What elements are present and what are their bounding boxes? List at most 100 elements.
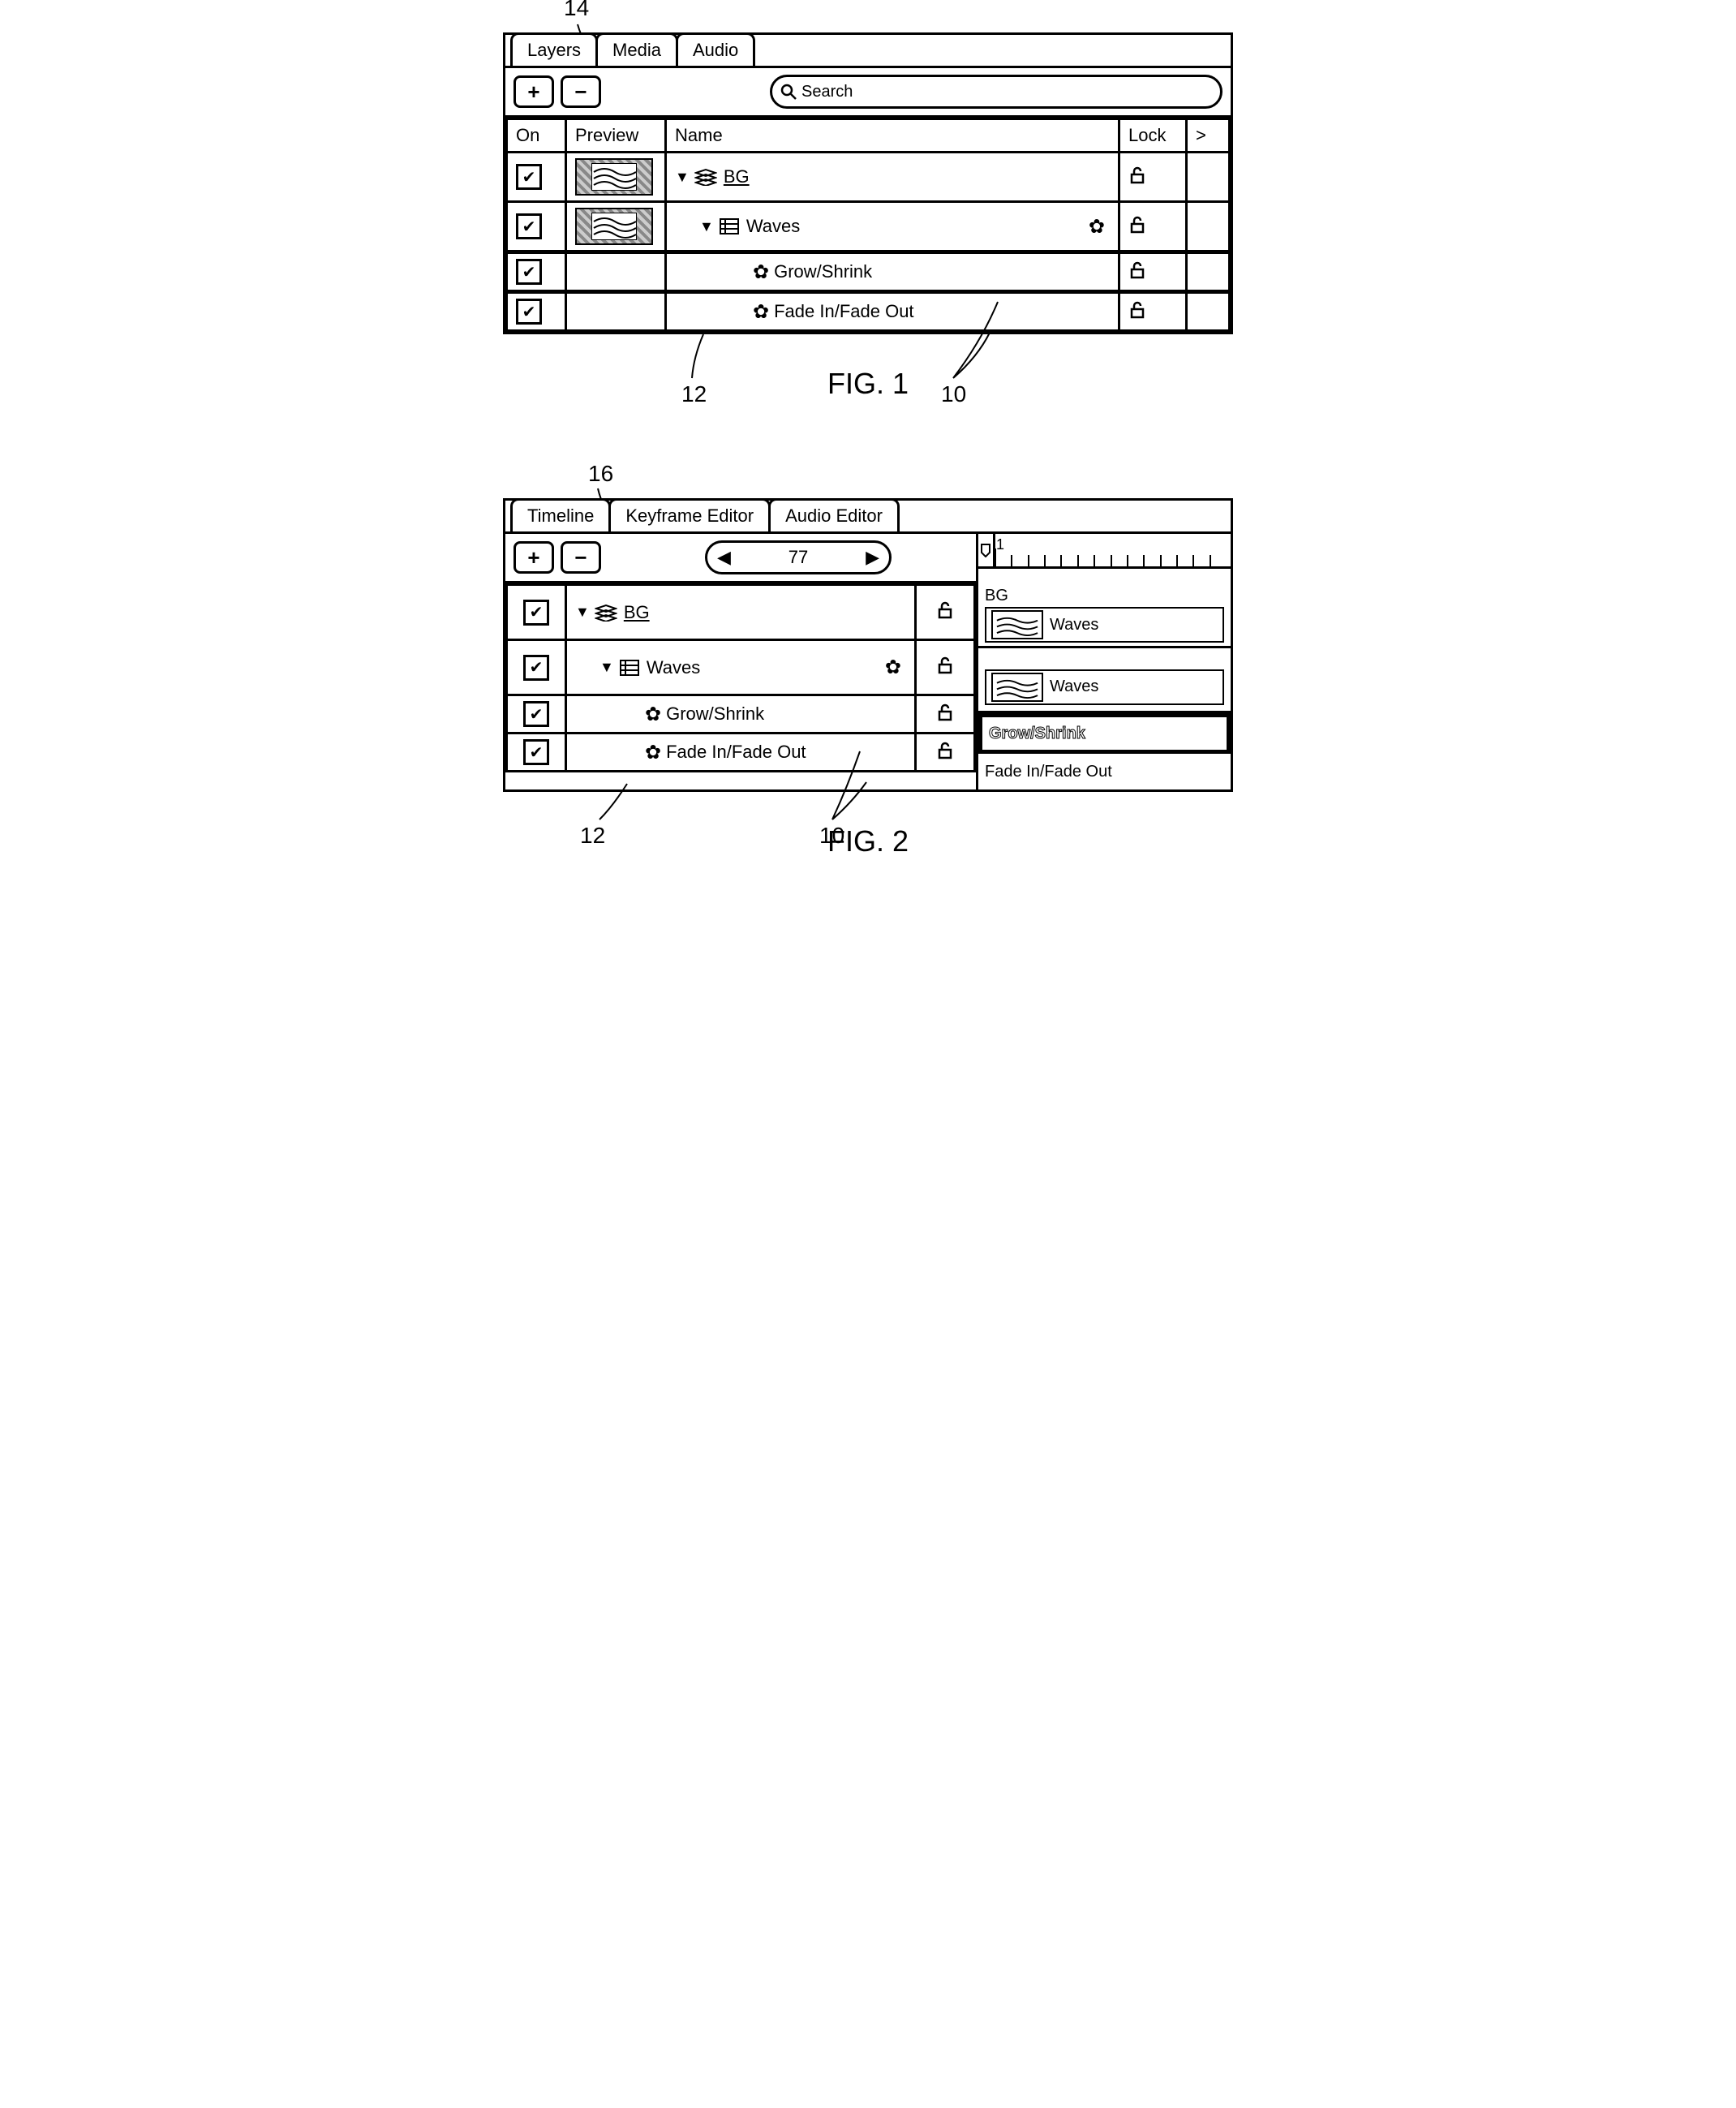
- visibility-checkbox[interactable]: ✔: [523, 600, 549, 626]
- row-name-grow: Grow/Shrink: [774, 261, 872, 282]
- disclosure-icon[interactable]: ▼: [599, 659, 614, 676]
- header-row: On Preview Name Lock >: [507, 119, 1230, 153]
- tab-audio[interactable]: Audio: [676, 32, 755, 66]
- timeline-layers-table: ✔ ▼BG ✔ ▼Waves✿ ✔ ✿Grow/Shrink: [505, 583, 976, 772]
- tabs-row: Timeline Keyframe Editor Audio Editor: [505, 501, 1231, 534]
- search-label: Search: [801, 83, 853, 101]
- timeline-ruler[interactable]: 1: [978, 534, 1231, 569]
- add-button[interactable]: +: [513, 541, 554, 574]
- timeline-tracks[interactable]: BG Waves Waves Grow/Shrink Fade In/Fade …: [978, 583, 1231, 789]
- header-preview: Preview: [566, 119, 666, 153]
- search-icon: [780, 84, 797, 100]
- row-waves[interactable]: ✔ ▼ Waves ✿: [507, 202, 1230, 252]
- group-icon: [595, 604, 617, 622]
- tl-row-name-fade: Fade In/Fade Out: [666, 742, 806, 763]
- tab-audio-editor[interactable]: Audio Editor: [768, 498, 900, 531]
- track-thumb: [991, 673, 1043, 702]
- tl-row-grow[interactable]: ✔ ✿Grow/Shrink: [507, 695, 975, 733]
- search-input[interactable]: Search: [770, 75, 1223, 109]
- track-bg-label: BG: [985, 587, 1224, 605]
- timeline-panel: Timeline Keyframe Editor Audio Editor + …: [503, 498, 1233, 792]
- visibility-checkbox[interactable]: ✔: [516, 213, 542, 239]
- visibility-checkbox[interactable]: ✔: [523, 655, 549, 681]
- row-grow-shrink[interactable]: ✔ ✿Grow/Shrink: [507, 252, 1230, 292]
- ruler-label: 1: [996, 536, 1004, 553]
- track-grow[interactable]: Grow/Shrink: [978, 713, 1231, 754]
- callout-16: 16: [588, 461, 613, 487]
- track-thumb: [991, 610, 1043, 639]
- tl-row-waves[interactable]: ✔ ▼ Waves ✿: [507, 640, 975, 695]
- lock-icon[interactable]: [936, 600, 954, 625]
- visibility-checkbox[interactable]: ✔: [516, 164, 542, 190]
- layer-icon: [619, 659, 640, 677]
- remove-button[interactable]: −: [561, 541, 601, 574]
- preview-thumb[interactable]: [575, 208, 653, 245]
- lock-icon[interactable]: [936, 740, 954, 765]
- track-waves[interactable]: Waves: [978, 648, 1231, 713]
- lock-icon[interactable]: [1128, 260, 1146, 285]
- header-on: On: [507, 119, 566, 153]
- header-lock: Lock: [1119, 119, 1187, 153]
- tl-row-fade[interactable]: ✔ ✿Fade In/Fade Out: [507, 733, 975, 772]
- callout-10: 10: [941, 381, 966, 407]
- row-name-fade: Fade In/Fade Out: [774, 301, 913, 322]
- behavior-icon: ✿: [753, 300, 769, 324]
- disclosure-icon[interactable]: ▼: [675, 169, 690, 186]
- lock-icon[interactable]: [1128, 165, 1146, 190]
- row-bg[interactable]: ✔ ▼ BG: [507, 153, 1230, 202]
- layers-table: On Preview Name Lock > ✔ ▼ BG ✔ ▼ Waves ✿: [505, 118, 1231, 332]
- callout-10-line: [941, 300, 1014, 381]
- tl-row-bg[interactable]: ✔ ▼ BG: [507, 585, 975, 640]
- track-bg[interactable]: BG Waves: [978, 583, 1231, 648]
- callout-12: 12: [681, 381, 707, 407]
- lock-icon[interactable]: [1128, 214, 1146, 239]
- tab-timeline[interactable]: Timeline: [510, 498, 611, 531]
- visibility-checkbox[interactable]: ✔: [523, 739, 549, 765]
- tabs-row: Layers Media Audio: [505, 35, 1231, 68]
- callout-10-line: [827, 750, 884, 823]
- remove-button[interactable]: −: [561, 75, 601, 108]
- frame-stepper[interactable]: ◀ 77 ▶: [705, 540, 892, 574]
- row-name-waves: Waves: [746, 216, 800, 237]
- timeline-toolbar: + − ◀ 77 ▶: [505, 534, 976, 583]
- tab-layers[interactable]: Layers: [510, 32, 598, 66]
- tl-row-name-grow: Grow/Shrink: [666, 703, 764, 725]
- disclosure-icon[interactable]: ▼: [699, 218, 714, 235]
- lock-icon[interactable]: [936, 655, 954, 680]
- visibility-checkbox[interactable]: ✔: [523, 701, 549, 727]
- lock-icon[interactable]: [936, 702, 954, 727]
- add-button[interactable]: +: [513, 75, 554, 108]
- layer-icon: [719, 217, 740, 235]
- row-fade[interactable]: ✔ ✿Fade In/Fade Out: [507, 292, 1230, 331]
- frame-number: 77: [789, 547, 808, 568]
- toolbar: + − Search: [505, 68, 1231, 118]
- figure-2-caption: FIG. 2: [503, 824, 1233, 858]
- behavior-icon: ✿: [645, 741, 661, 764]
- next-frame-icon[interactable]: ▶: [866, 547, 879, 568]
- tl-row-name-bg: BG: [624, 602, 650, 623]
- behavior-icon: ✿: [753, 260, 769, 284]
- header-more: >: [1187, 119, 1230, 153]
- preview-thumb[interactable]: [575, 158, 653, 196]
- tab-keyframe[interactable]: Keyframe Editor: [608, 498, 771, 531]
- track-waves-label: Waves: [1050, 678, 1098, 696]
- prev-frame-icon[interactable]: ◀: [717, 547, 731, 568]
- disclosure-icon[interactable]: ▼: [575, 604, 590, 621]
- track-grow-label: Grow/Shrink: [989, 725, 1220, 743]
- playhead-icon[interactable]: [978, 534, 995, 566]
- callout-14: 14: [564, 0, 589, 21]
- visibility-checkbox[interactable]: ✔: [516, 259, 542, 285]
- track-fade[interactable]: Fade In/Fade Out: [978, 754, 1231, 789]
- tab-media[interactable]: Media: [595, 32, 678, 66]
- header-name: Name: [666, 119, 1119, 153]
- callout-12-line: [685, 333, 718, 381]
- lock-icon[interactable]: [1128, 299, 1146, 325]
- tl-row-name-waves: Waves: [647, 657, 700, 678]
- figure-2: 16 Timeline Keyframe Editor Audio Editor…: [503, 498, 1233, 858]
- layers-panel: Layers Media Audio + − Search On Preview…: [503, 32, 1233, 334]
- gear-icon[interactable]: ✿: [885, 656, 901, 679]
- visibility-checkbox[interactable]: ✔: [516, 299, 542, 325]
- gear-icon[interactable]: ✿: [1089, 215, 1105, 239]
- row-name-bg: BG: [724, 166, 750, 187]
- figure-1: 14 Layers Media Audio + − Search On Prev…: [503, 32, 1233, 401]
